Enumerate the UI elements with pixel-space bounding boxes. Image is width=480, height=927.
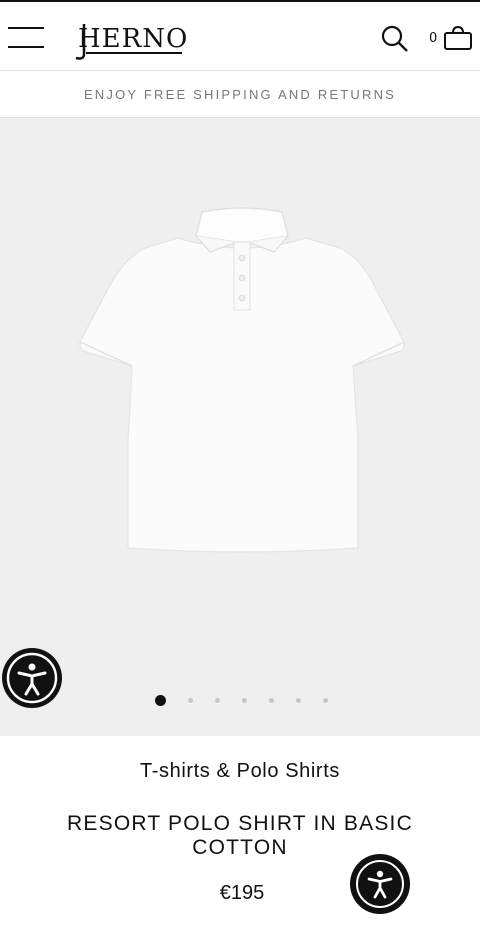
gallery-dot-7[interactable] bbox=[323, 698, 328, 703]
brand-logo[interactable]: HERNO bbox=[72, 14, 188, 60]
product-image[interactable] bbox=[70, 200, 415, 560]
search-icon[interactable] bbox=[380, 24, 410, 54]
product-category[interactable]: T-shirts & Polo Shirts bbox=[0, 760, 480, 783]
gallery-dot-6[interactable] bbox=[296, 698, 301, 703]
cart-button[interactable]: 0 bbox=[428, 24, 476, 54]
gallery-pagination bbox=[155, 694, 335, 708]
gallery-dot-3[interactable] bbox=[215, 698, 220, 703]
gallery-dot-1[interactable] bbox=[155, 695, 166, 706]
accessibility-widget-button[interactable] bbox=[350, 854, 410, 914]
promo-banner[interactable]: ENJOY FREE SHIPPING AND RETURNS bbox=[0, 71, 480, 118]
hamburger-menu-icon[interactable] bbox=[8, 27, 46, 49]
gallery-dot-2[interactable] bbox=[188, 698, 193, 703]
cart-count: 0 bbox=[429, 31, 438, 46]
site-header: HERNO 0 bbox=[0, 2, 480, 71]
shopping-bag-icon bbox=[444, 25, 472, 50]
product-gallery[interactable] bbox=[0, 118, 480, 736]
accessibility-icon bbox=[6, 652, 58, 704]
accessibility-icon bbox=[367, 870, 393, 899]
accessibility-button[interactable] bbox=[2, 648, 62, 708]
gallery-dot-4[interactable] bbox=[242, 698, 247, 703]
product-title: RESORT POLO SHIRT IN BASIC COTTON bbox=[67, 812, 413, 859]
gallery-dot-5[interactable] bbox=[269, 698, 274, 703]
